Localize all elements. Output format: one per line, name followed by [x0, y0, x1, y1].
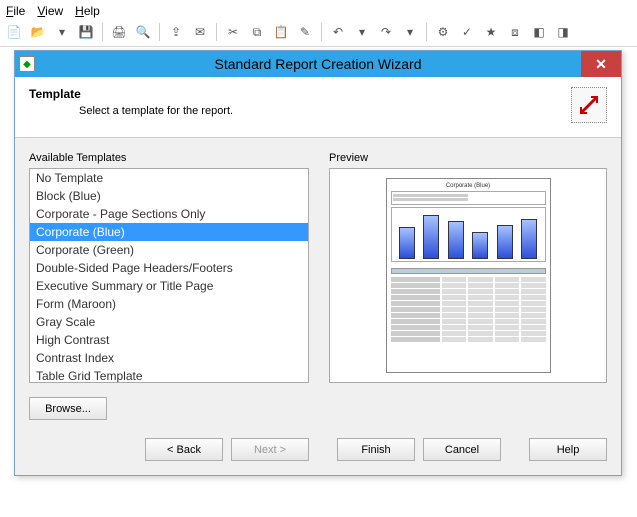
preview-pane: Corporate (Blue)	[329, 168, 607, 383]
wizard-dialog: ◆ Standard Report Creation Wizard ✕ Temp…	[14, 50, 622, 476]
save-icon[interactable]: 💾	[76, 22, 96, 42]
header-title: Template	[29, 87, 233, 101]
help-button[interactable]: Help	[529, 438, 607, 461]
template-item[interactable]: Table Grid Template	[30, 367, 308, 383]
print-icon[interactable]: 🖨	[109, 22, 129, 42]
preview-table	[391, 277, 546, 368]
separator	[216, 23, 217, 41]
dropdown-icon[interactable]: ▾	[52, 22, 72, 42]
dialog-title: Standard Report Creation Wizard	[15, 56, 621, 72]
preview-chart	[391, 207, 546, 262]
menu-file[interactable]: File	[6, 4, 25, 18]
template-item[interactable]: Corporate - Page Sections Only	[30, 205, 308, 223]
format-icon[interactable]: ✎	[295, 22, 315, 42]
close-icon[interactable]: ✕	[581, 51, 621, 77]
mail-icon[interactable]: ✉	[190, 22, 210, 42]
wizard-header: Template Select a template for the repor…	[15, 77, 621, 138]
separator	[321, 23, 322, 41]
tool2-icon[interactable]: ✓	[457, 22, 477, 42]
menu-bar: File View Help	[0, 0, 637, 20]
template-item[interactable]: Executive Summary or Title Page	[30, 277, 308, 295]
copy-icon[interactable]: ⧉	[247, 22, 267, 42]
preview-label: Preview	[329, 152, 607, 164]
template-item[interactable]: Corporate (Blue)	[30, 223, 308, 241]
undo-icon[interactable]: ↶	[328, 22, 348, 42]
preview-page-title: Corporate (Blue)	[391, 183, 546, 189]
browse-button[interactable]: Browse...	[29, 397, 107, 420]
redo-icon[interactable]: ↷	[376, 22, 396, 42]
open-icon[interactable]: 📂	[28, 22, 48, 42]
export-icon[interactable]: ⇪	[166, 22, 186, 42]
preview-summary-box	[391, 191, 546, 205]
separator	[159, 23, 160, 41]
finish-button[interactable]: Finish	[337, 438, 415, 461]
header-icon	[571, 87, 607, 123]
title-bar: ◆ Standard Report Creation Wizard ✕	[15, 51, 621, 77]
cut-icon[interactable]: ✂	[223, 22, 243, 42]
template-item[interactable]: High Contrast	[30, 331, 308, 349]
new-doc-icon[interactable]: 📄	[4, 22, 24, 42]
cancel-button[interactable]: Cancel	[423, 438, 501, 461]
preview-table-header	[391, 268, 546, 274]
preview-icon[interactable]: 🔍	[133, 22, 153, 42]
tool6-icon[interactable]: ◨	[553, 22, 573, 42]
template-listbox[interactable]: No TemplateBlock (Blue)Corporate - Page …	[29, 168, 309, 383]
tool1-icon[interactable]: ⚙	[433, 22, 453, 42]
wizard-footer: < Back Next > Finish Cancel Help	[15, 420, 621, 475]
toolbar: 📄 📂 ▾ 💾 🖨 🔍 ⇪ ✉ ✂ ⧉ 📋 ✎ ↶ ▾ ↷ ▾ ⚙ ✓ ★ ⧈ …	[0, 20, 637, 47]
header-desc: Select a template for the report.	[79, 105, 233, 117]
tool5-icon[interactable]: ◧	[529, 22, 549, 42]
template-item[interactable]: Contrast Index	[30, 349, 308, 367]
separator	[426, 23, 427, 41]
redo-drop-icon[interactable]: ▾	[400, 22, 420, 42]
undo-drop-icon[interactable]: ▾	[352, 22, 372, 42]
back-button[interactable]: < Back	[145, 438, 223, 461]
preview-page: Corporate (Blue)	[386, 178, 551, 373]
template-item[interactable]: Form (Maroon)	[30, 295, 308, 313]
template-item[interactable]: Block (Blue)	[30, 187, 308, 205]
menu-help[interactable]: Help	[75, 4, 100, 18]
menu-view[interactable]: View	[37, 4, 63, 18]
next-button[interactable]: Next >	[231, 438, 309, 461]
template-item[interactable]: Gray Scale	[30, 313, 308, 331]
paste-icon[interactable]: 📋	[271, 22, 291, 42]
separator	[102, 23, 103, 41]
template-item[interactable]: Double-Sided Page Headers/Footers	[30, 259, 308, 277]
tool4-icon[interactable]: ⧈	[505, 22, 525, 42]
template-item[interactable]: No Template	[30, 169, 308, 187]
template-item[interactable]: Corporate (Green)	[30, 241, 308, 259]
tool3-icon[interactable]: ★	[481, 22, 501, 42]
available-templates-label: Available Templates	[29, 152, 309, 164]
